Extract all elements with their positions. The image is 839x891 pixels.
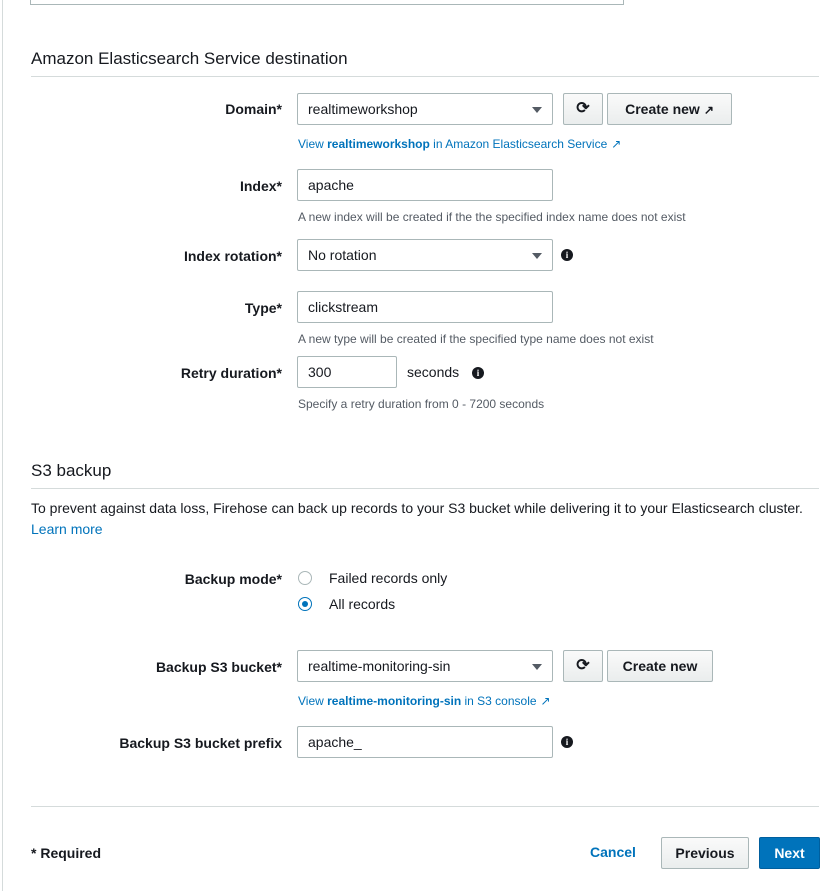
refresh-icon: ⟳	[576, 100, 590, 117]
domain-refresh-button[interactable]: ⟳	[563, 93, 603, 125]
retry-label: Retry duration*	[180, 365, 282, 381]
es-section-heading: Amazon Elasticsearch Service destination	[31, 49, 348, 68]
index-label: Index*	[239, 178, 282, 194]
backup-bucket-select[interactable]: realtime-monitoring-sin	[297, 650, 553, 682]
rotation-select[interactable]: No rotation	[297, 239, 553, 271]
domain-label: Domain*	[225, 101, 282, 117]
radio-all-records-label[interactable]: All records	[329, 596, 395, 612]
info-icon[interactable]: i	[561, 249, 573, 261]
rotation-value: No rotation	[308, 247, 377, 263]
index-value: apache	[308, 177, 354, 193]
create-new-label: Create new	[622, 658, 698, 674]
panel-left-border	[2, 0, 3, 891]
view-bucket-suffix: in S3 console	[461, 694, 537, 708]
bucket-prefix-value: apache_	[308, 734, 362, 750]
info-icon[interactable]: i	[472, 367, 484, 379]
external-link-icon: ↗	[611, 137, 622, 151]
index-hint: A new index will be created if the the s…	[298, 210, 686, 224]
learn-more-link[interactable]: Learn more	[31, 521, 103, 537]
retry-input[interactable]: 300	[297, 356, 397, 388]
bucket-prefix-label: Backup S3 bucket prefix	[119, 735, 282, 751]
radio-failed-records[interactable]	[298, 571, 312, 585]
view-domain-link[interactable]: View realtimeworkshop in Amazon Elastics…	[298, 137, 621, 151]
view-domain-name: realtimeworkshop	[327, 137, 430, 151]
cancel-button[interactable]: Cancel	[590, 844, 636, 860]
radio-all-records[interactable]	[298, 597, 312, 611]
s3-section-divider	[31, 488, 819, 489]
type-hint: A new type will be created if the specif…	[298, 332, 654, 346]
retry-unit: seconds	[407, 364, 460, 380]
view-bucket-prefix: View	[298, 694, 328, 708]
type-input[interactable]: clickstream	[297, 291, 553, 323]
domain-select[interactable]: realtimeworkshop	[297, 93, 553, 125]
external-link-icon: ↗	[703, 103, 714, 117]
retry-hint: Specify a retry duration from 0 - 7200 s…	[298, 397, 545, 411]
view-domain-suffix: in Amazon Elasticsearch Service	[429, 137, 608, 151]
backup-mode-label: Backup mode*	[184, 571, 282, 587]
bucket-refresh-button[interactable]: ⟳	[563, 650, 603, 682]
domain-create-new-button[interactable]: Create new ↗	[607, 93, 732, 125]
index-input[interactable]: apache	[297, 169, 553, 201]
s3-description: To prevent against data loss, Firehose c…	[31, 500, 803, 516]
domain-value: realtimeworkshop	[308, 101, 418, 117]
retry-value: 300	[308, 364, 332, 380]
s3-section-heading: S3 backup	[31, 461, 112, 480]
previous-field-bottom	[30, 0, 624, 5]
type-value: clickstream	[308, 299, 379, 315]
type-label: Type*	[244, 300, 282, 316]
footer-divider	[31, 806, 819, 807]
bucket-create-new-button[interactable]: Create new	[607, 650, 713, 682]
radio-failed-records-label[interactable]: Failed records only	[329, 570, 447, 586]
view-bucket-link[interactable]: View realtime-monitoring-sin in S3 conso…	[298, 694, 551, 708]
external-link-icon: ↗	[540, 694, 551, 708]
es-section-divider	[31, 76, 819, 77]
backup-bucket-label: Backup S3 bucket*	[155, 659, 282, 675]
view-bucket-name: realtime-monitoring-sin	[327, 694, 462, 708]
view-domain-prefix: View	[298, 137, 328, 151]
required-note: * Required	[31, 845, 102, 861]
create-new-label: Create new	[625, 101, 700, 117]
info-icon[interactable]: i	[561, 736, 573, 748]
refresh-icon: ⟳	[576, 657, 590, 674]
previous-button[interactable]: Previous	[661, 837, 749, 869]
backup-bucket-value: realtime-monitoring-sin	[308, 658, 451, 674]
next-button[interactable]: Next	[759, 837, 820, 869]
bucket-prefix-input[interactable]: apache_	[297, 726, 553, 758]
rotation-label: Index rotation*	[183, 248, 282, 264]
